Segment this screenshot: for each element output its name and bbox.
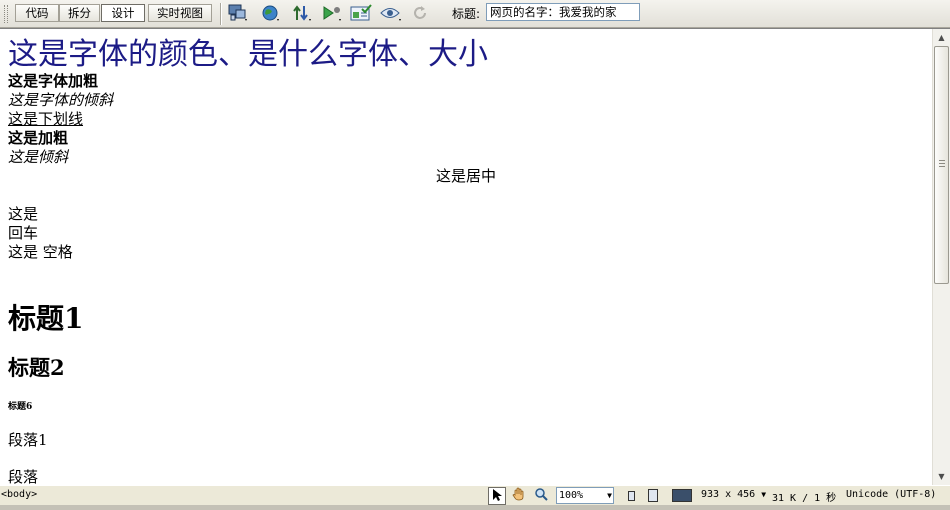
toolbar-grip[interactable] <box>4 5 8 23</box>
tag-selector[interactable]: <body> <box>1 489 37 500</box>
bold-text: 这是字体加粗 <box>8 72 99 90</box>
phone-size-icon[interactable] <box>628 491 635 501</box>
heading-6: 标题6 <box>8 402 33 412</box>
scroll-thumb[interactable] <box>934 46 949 284</box>
live-view-button[interactable]: 实时视图 <box>148 4 212 22</box>
hand-tool-icon[interactable] <box>510 487 528 505</box>
zoom-tool-icon[interactable] <box>532 487 550 505</box>
multiscreen-icon[interactable] <box>228 3 250 23</box>
desktop-size-icon[interactable] <box>672 489 692 502</box>
encoding-indicator: Unicode (UTF-8) <box>846 489 937 500</box>
scroll-up-arrow-icon[interactable]: ▲ <box>933 29 950 46</box>
page-title-input[interactable]: 网页的名字：我爱我的家 <box>486 3 640 21</box>
view-options-icon[interactable] <box>380 3 404 23</box>
line-break-line-1: 这是 <box>8 205 39 223</box>
line-break-line-3: 这是 空格 <box>8 243 73 261</box>
design-view-canvas[interactable]: 这是字体的颜色、是什么字体、大小 这是字体加粗 这是字体的倾斜 这是下划线 这是… <box>0 28 950 485</box>
heading-1: 标题1 <box>8 302 84 335</box>
design-view-button[interactable]: 设计 <box>101 4 145 22</box>
centered-text: 这是居中 <box>435 167 496 185</box>
download-size-time: 31 K / 1 秒 <box>772 493 837 504</box>
paragraph-1: 段落1 <box>8 431 48 449</box>
window-size-readout[interactable]: 933 x 456 ▼ <box>701 489 766 500</box>
zoom-select[interactable]: 100% ▼ <box>556 487 614 504</box>
thumb-grip-line <box>939 166 945 167</box>
toolbar-separator <box>220 3 222 25</box>
paragraph-2: 段落 <box>8 468 39 485</box>
debug-icon[interactable] <box>322 3 344 23</box>
document-toolbar: 代码 拆分 设计 实时视图 标题: 网页的名字：我爱我的家 <box>0 0 950 28</box>
preview-browser-icon[interactable] <box>261 3 283 23</box>
visual-aids-icon[interactable] <box>350 3 374 23</box>
vertical-scrollbar[interactable]: ▲ ▼ <box>932 29 950 485</box>
code-view-button[interactable]: 代码 <box>15 4 59 22</box>
italic-text-2: 这是倾斜 <box>8 148 69 166</box>
chevron-down-icon: ▼ <box>607 491 612 500</box>
status-bar: <body> 100% ▼ 933 x 456 ▼ 31 K / 1 秒 Uni… <box>0 485 950 505</box>
zoom-value: 100% <box>559 490 584 501</box>
title-label: 标题: <box>452 7 481 21</box>
thumb-grip-line <box>939 163 945 164</box>
chevron-down-icon: ▼ <box>761 490 767 499</box>
window-bottom-edge <box>0 505 950 510</box>
tablet-size-icon[interactable] <box>648 489 658 502</box>
split-view-button[interactable]: 拆分 <box>59 4 100 22</box>
file-management-icon[interactable] <box>292 3 314 23</box>
thumb-grip-line <box>939 160 945 161</box>
colored-large-text: 这是字体的颜色、是什么字体、大小 <box>8 37 488 72</box>
italic-text: 这是字体的倾斜 <box>8 91 114 109</box>
scroll-down-arrow-icon[interactable]: ▼ <box>933 468 950 485</box>
window-size-value: 933 x 456 <box>701 489 756 500</box>
line-break-line-2: 回车 <box>8 224 39 242</box>
refresh-icon[interactable] <box>411 3 429 23</box>
bold-text-2: 这是加粗 <box>8 129 69 147</box>
heading-2: 标题2 <box>8 355 65 380</box>
underlined-text: 这是下划线 <box>8 110 84 128</box>
pointer-tool-icon[interactable] <box>488 487 506 505</box>
